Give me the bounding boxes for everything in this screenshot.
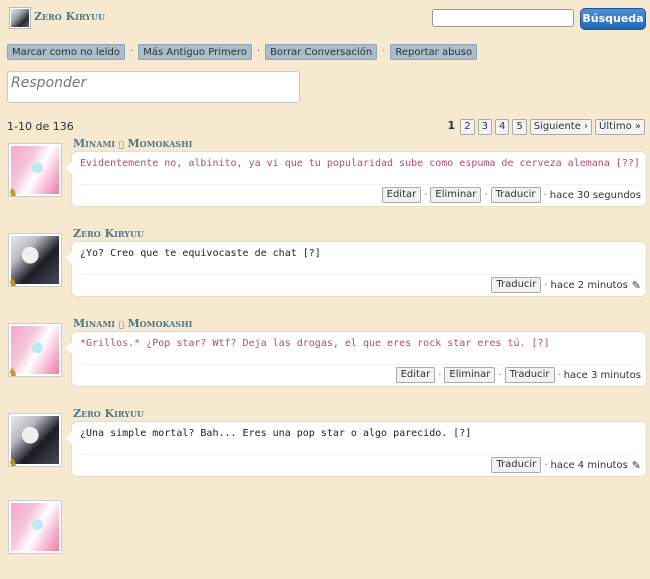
- search-button[interactable]: Búsqueda: [580, 8, 646, 30]
- page-link[interactable]: 3: [477, 119, 492, 135]
- reply-textarea[interactable]: Responder: [7, 71, 300, 103]
- timestamp: hace 3 minutos: [563, 369, 641, 381]
- delete-button[interactable]: Eliminar: [430, 187, 482, 203]
- pet-icon: ♞: [8, 186, 18, 199]
- message-actions: Editar · Eliminar · Traducir · hace 30 segu…: [381, 187, 641, 203]
- delete-conversation-button[interactable]: Borrar Conversación: [265, 43, 378, 60]
- author-name[interactable]: Zero Kiryuu: [73, 407, 144, 420]
- message-post: ♞ Minami ღ Momokashi *Grillos.* ¿Pop sta…: [0, 317, 650, 402]
- timestamp: hace 4 minutos: [550, 459, 628, 471]
- message-actions: Traducir · hace 4 minutos ✎: [491, 457, 641, 473]
- next-page-button[interactable]: Siguiente ›: [529, 119, 593, 135]
- pencil-icon[interactable]: ✎: [632, 459, 641, 472]
- mark-unread-button[interactable]: Marcar como no leído: [7, 43, 126, 60]
- message-post: ♞ Zero Kiryuu ¿Yo? Creo que te equivocas…: [0, 227, 650, 312]
- edit-button[interactable]: Editar: [395, 367, 436, 383]
- separator: ·: [484, 189, 488, 201]
- author-name[interactable]: Minami ღ Momokashi: [73, 137, 192, 150]
- separator: ·: [256, 46, 261, 57]
- separator: ·: [557, 369, 561, 381]
- last-page-button[interactable]: Último »: [595, 119, 645, 135]
- message-actions: Traducir · hace 2 minutos ✎: [491, 277, 641, 293]
- page-link[interactable]: 4: [494, 119, 510, 135]
- pet-icon: ♞: [8, 276, 18, 289]
- separator: ·: [130, 46, 134, 57]
- page-current: 1: [447, 119, 456, 132]
- pagination: 1 2 3 4 5 Siguiente › Último »: [443, 119, 645, 135]
- translate-button[interactable]: Traducir: [504, 367, 555, 383]
- message-post: ♞ Minami ღ Momokashi Evidentemente no, a…: [0, 137, 650, 222]
- message-post: ♞ Zero Kiryuu ¿Una simple mortal? Bah...…: [0, 407, 650, 492]
- username-link[interactable]: Zero Kiryuu: [34, 10, 105, 23]
- translate-button[interactable]: Traducir: [491, 277, 542, 293]
- page-link[interactable]: 5: [512, 119, 527, 135]
- pink-hair-avatar: [11, 503, 59, 551]
- message-text: *Grillos.* ¿Pop star? Wtf? Deja las drog…: [80, 338, 550, 349]
- divider: [80, 184, 638, 185]
- author-avatar[interactable]: [8, 500, 62, 554]
- separator: ·: [544, 459, 548, 471]
- message-text: Evidentemente no, albinito, ya vi que tu…: [80, 158, 640, 169]
- message-actions: Editar · Eliminar · Traducir · hace 3 minut…: [395, 367, 641, 383]
- separator: ·: [498, 369, 502, 381]
- reply-placeholder: Responder: [11, 75, 87, 91]
- report-abuse-button[interactable]: Reportar abuso: [390, 43, 478, 60]
- author-name[interactable]: Zero Kiryuu: [73, 227, 144, 240]
- translate-button[interactable]: Traducir: [490, 187, 541, 203]
- message-count: 1-10 de 136: [7, 120, 74, 133]
- divider: [80, 454, 638, 455]
- divider: [80, 364, 638, 365]
- timestamp: hace 2 minutos: [550, 279, 628, 291]
- pencil-icon[interactable]: ✎: [632, 279, 641, 292]
- message-bubble: ¿Una simple mortal? Bah... Eres una pop …: [65, 421, 647, 477]
- separator: ·: [438, 369, 442, 381]
- header-bar: Zero Kiryuu Búsqueda: [0, 0, 650, 36]
- oldest-first-button[interactable]: Más Antiguo Primero: [138, 43, 252, 60]
- edit-button[interactable]: Editar: [381, 187, 422, 203]
- avatar-image: [11, 9, 29, 27]
- divider: [80, 274, 638, 275]
- message-bubble: Evidentemente no, albinito, ya vi que tu…: [65, 151, 647, 207]
- pet-icon: ♞: [8, 456, 18, 469]
- message-bubble: *Grillos.* ¿Pop star? Wtf? Deja las drog…: [65, 331, 647, 387]
- separator: ·: [424, 189, 428, 201]
- separator: ·: [543, 189, 547, 201]
- pet-icon: ♞: [8, 366, 18, 379]
- message-bubble: ¿Yo? Creo que te equivocaste de chat [?]…: [65, 241, 647, 297]
- page-link[interactable]: 2: [460, 119, 475, 135]
- search-input[interactable]: [432, 9, 574, 27]
- translate-button[interactable]: Traducir: [491, 457, 542, 473]
- timestamp: hace 30 segundos: [549, 189, 641, 201]
- separator: ·: [382, 46, 386, 57]
- conversation-actions: Marcar como no leído · Más Antiguo Prime…: [7, 43, 478, 60]
- separator: ·: [544, 279, 548, 291]
- author-name[interactable]: Minami ღ Momokashi: [73, 317, 192, 330]
- user-avatar[interactable]: [9, 7, 31, 29]
- message-text: ¿Una simple mortal? Bah... Eres una pop …: [80, 428, 472, 439]
- message-post: [0, 494, 650, 579]
- message-text: ¿Yo? Creo que te equivocaste de chat [?]: [80, 248, 321, 259]
- delete-button[interactable]: Eliminar: [444, 367, 496, 383]
